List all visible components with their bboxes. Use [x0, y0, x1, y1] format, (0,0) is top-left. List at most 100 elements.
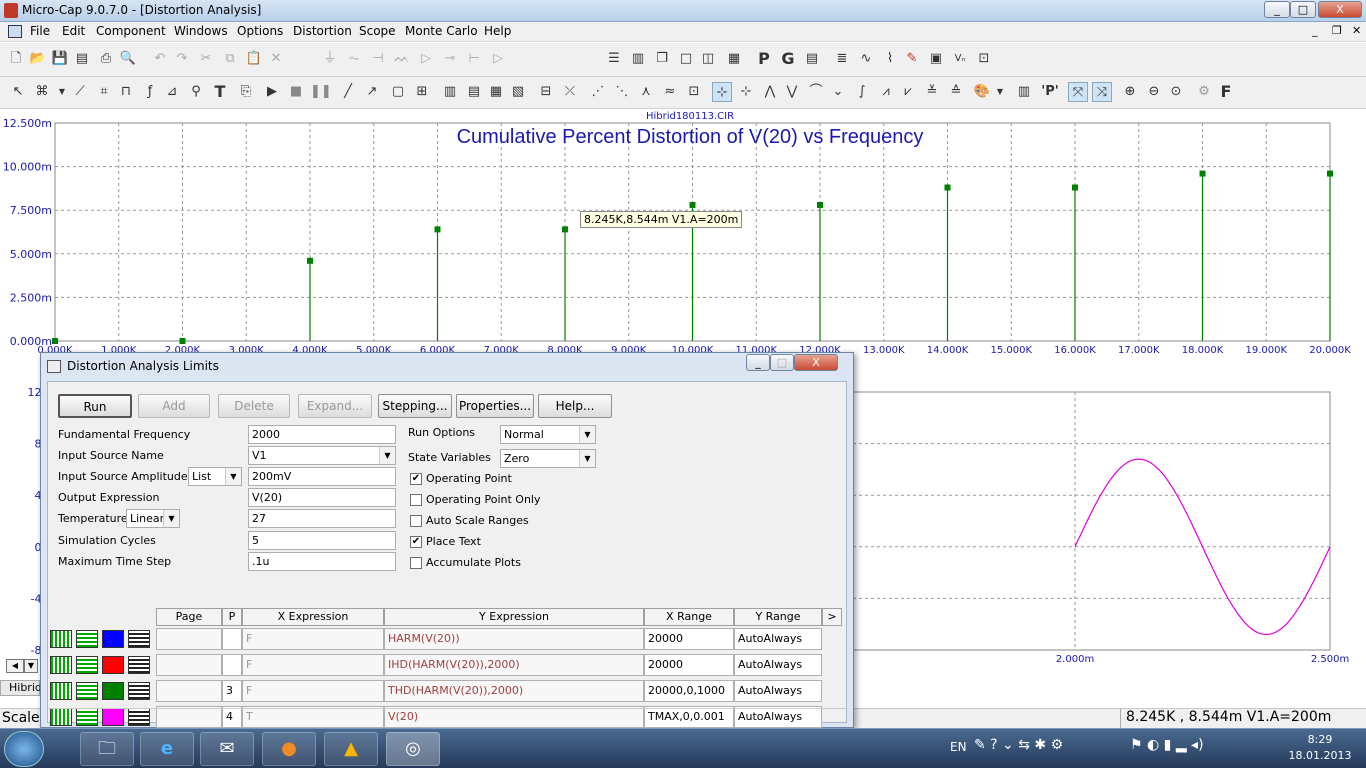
line-style-button[interactable]	[50, 682, 72, 700]
g-icon[interactable]: G	[778, 49, 798, 69]
list-icon[interactable]: ≣	[832, 49, 852, 69]
waveform-icon[interactable]: ∿	[856, 49, 876, 69]
dialog-minimize-button[interactable]: _	[746, 354, 770, 371]
mdi-minimize-button[interactable]: _	[1312, 24, 1318, 37]
function-icon[interactable]: ƒ	[140, 82, 160, 102]
menu-windows[interactable]: Windows	[174, 24, 228, 38]
stop-icon[interactable]: ■	[286, 82, 306, 102]
x-expression-cell[interactable]: F	[242, 654, 384, 676]
color-swatch[interactable]	[102, 656, 124, 674]
page-cell[interactable]	[156, 628, 222, 650]
x-expression-cell[interactable]: F	[242, 680, 384, 702]
properties-button[interactable]: Properties...	[456, 394, 534, 418]
resistor-icon[interactable]: ⏦	[344, 49, 364, 69]
scroll-left-button[interactable]: ◀	[6, 659, 24, 673]
bus-icon[interactable]: ⌗	[94, 82, 114, 102]
start-button[interactable]	[4, 731, 44, 767]
point-tag-icon[interactable]: ⤨	[1092, 82, 1112, 102]
split-window-icon[interactable]: ◫	[698, 49, 718, 69]
y-expression-cell[interactable]: IHD(HARM(V(20)),2000)	[384, 654, 644, 676]
output-expr-input[interactable]: V(20)	[248, 488, 396, 507]
operating-point-checkbox[interactable]: ✔	[410, 473, 422, 485]
tag-mode-icon[interactable]: ⤧	[1068, 82, 1088, 102]
settings-icon[interactable]: ⚙	[1194, 82, 1214, 102]
cycles-input[interactable]: 5	[248, 531, 396, 550]
node-icon[interactable]: ⚲	[186, 82, 206, 102]
f-icon[interactable]: F	[1216, 82, 1236, 102]
dropdown-arrow-icon[interactable]: ▼	[52, 82, 72, 102]
high-icon[interactable]: ⋏	[636, 82, 656, 102]
text-tool-icon[interactable]: T	[210, 82, 230, 102]
grid-style-button[interactable]	[76, 656, 98, 674]
expand-button[interactable]: Expand...	[298, 394, 372, 418]
voltage-label-icon[interactable]: Vₙ	[950, 49, 970, 69]
delete-button[interactable]: Delete	[218, 394, 290, 418]
capacitor-icon[interactable]: ⊣	[368, 49, 388, 69]
table-button[interactable]	[128, 682, 150, 700]
help-button[interactable]: Help...	[538, 394, 612, 418]
col-more-header[interactable]: >	[822, 608, 842, 626]
y-expression-cell[interactable]: HARM(V(20))	[384, 628, 644, 650]
new-file-icon[interactable]: 🗋	[6, 49, 26, 69]
ground-icon[interactable]: ⏚	[320, 49, 340, 69]
state-vars-select[interactable]: Zero ▼	[500, 449, 596, 468]
page-tab[interactable]: Hibrid	[0, 680, 42, 696]
battery-icon[interactable]: ⊢	[464, 49, 484, 69]
line-tool-icon[interactable]: ╱	[338, 82, 358, 102]
peak-icon[interactable]: ⋰	[588, 82, 608, 102]
p-prime-icon[interactable]: 'P'	[1040, 82, 1060, 102]
inductor-icon[interactable]: ᨓ	[392, 49, 412, 69]
color-swatch[interactable]	[102, 682, 124, 700]
paste-icon[interactable]: 📋	[244, 49, 264, 69]
line-style-button[interactable]	[50, 656, 72, 674]
redo-icon[interactable]: ↷	[172, 49, 192, 69]
amplitude-mode-select[interactable]: List ▼	[188, 467, 242, 486]
global-high-icon[interactable]: ⩘	[876, 82, 896, 102]
accumulate-checkbox[interactable]	[410, 557, 422, 569]
opamp-icon[interactable]: ▷	[488, 49, 508, 69]
tray-status-icons[interactable]: ⚑ ◐ ▮ ▂ ◂)	[1130, 737, 1204, 753]
app-triangle-icon[interactable]: ▲	[324, 732, 378, 766]
global-low-icon[interactable]: ⩗	[898, 82, 918, 102]
col-y-range-header[interactable]: Y Range	[734, 608, 822, 626]
cut-icon[interactable]: ✂	[196, 49, 216, 69]
menu-edit[interactable]: Edit	[62, 24, 85, 38]
run-options-select[interactable]: Normal ▼	[500, 425, 596, 444]
cursor-right-icon[interactable]: ⊹	[736, 82, 756, 102]
open-icon[interactable]: 📂	[28, 49, 48, 69]
valley-icon[interactable]: ⋱	[612, 82, 632, 102]
dialog-maximize-button[interactable]: □	[770, 354, 794, 371]
auto-scale-checkbox[interactable]	[410, 515, 422, 527]
tile-vertical-icon[interactable]: ▥	[628, 49, 648, 69]
zoom-out-icon[interactable]: ⊖	[1144, 82, 1164, 102]
p-icon[interactable]: P	[754, 49, 774, 69]
top-icon[interactable]: ≚	[922, 82, 942, 102]
component-library-icon[interactable]: ▤	[802, 49, 822, 69]
next-low-icon[interactable]: ⌄	[828, 82, 848, 102]
y-range-cell[interactable]: AutoAlways	[734, 654, 822, 676]
explorer-icon[interactable]: 🗀	[80, 732, 134, 766]
info-icon[interactable]: ⎘	[236, 82, 256, 102]
cascade-icon[interactable]: ❐	[652, 49, 672, 69]
grid-style-button[interactable]	[76, 630, 98, 648]
temperature-mode-select[interactable]: Linear ▼	[126, 509, 180, 528]
chip-icon[interactable]: ▣	[926, 49, 946, 69]
close-button[interactable]: X	[1318, 1, 1362, 18]
grid-medium-icon[interactable]: ▤	[464, 82, 484, 102]
download-icon[interactable]: ✉	[200, 732, 254, 766]
tray-icons[interactable]: ✎ ? ⌄ ⇆ ✱ ⚙	[974, 737, 1063, 753]
menu-file[interactable]: File	[30, 24, 50, 38]
undo-icon[interactable]: ↶	[150, 49, 170, 69]
zoom-window-icon[interactable]: ⊡	[974, 49, 994, 69]
menu-options[interactable]: Options	[237, 24, 283, 38]
inflection-icon[interactable]: ∫	[852, 82, 872, 102]
x-range-cell[interactable]: 20000	[644, 654, 734, 676]
menu-distortion[interactable]: Distortion	[293, 24, 352, 38]
next-high-icon[interactable]: ⌒	[806, 82, 826, 102]
numeric-output-icon[interactable]: ▥	[1014, 82, 1034, 102]
x-range-cell[interactable]: 20000	[644, 628, 734, 650]
color-swatch[interactable]	[102, 630, 124, 648]
stepping-button[interactable]: Stepping...	[378, 394, 452, 418]
y-range-cell[interactable]: AutoAlways	[734, 680, 822, 702]
palette-dropdown-icon[interactable]: ▼	[990, 82, 1010, 102]
